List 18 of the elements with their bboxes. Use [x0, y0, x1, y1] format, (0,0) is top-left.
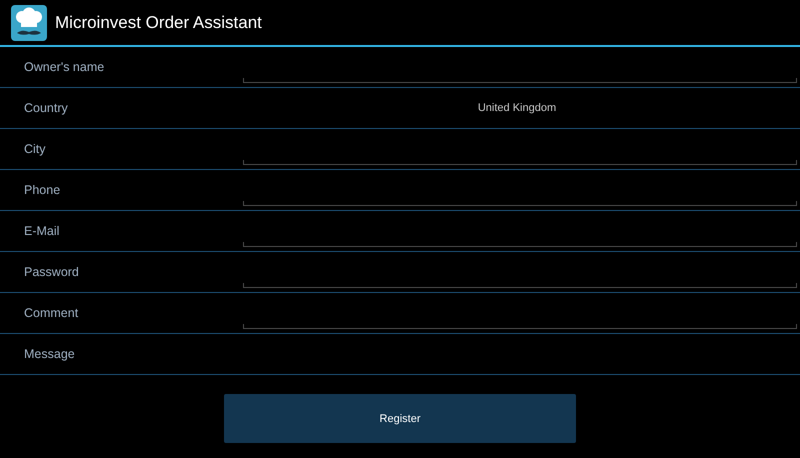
field-label: Country — [23, 101, 69, 115]
input-field[interactable] — [243, 78, 797, 83]
field-label: Owner's name — [23, 60, 106, 74]
register-button[interactable]: Register — [224, 394, 576, 443]
field-label: Password — [23, 265, 80, 279]
input-field[interactable] — [243, 283, 797, 288]
field-label: E-Mail — [23, 224, 60, 238]
input-field[interactable] — [243, 201, 797, 206]
input-field[interactable] — [243, 160, 797, 165]
field-label: Phone — [23, 183, 62, 197]
field-label: City — [23, 142, 47, 156]
input-field[interactable] — [243, 324, 797, 329]
app-icon — [11, 4, 47, 40]
field-label: Comment — [23, 306, 80, 320]
app-title: Microinvest Order Assistant — [55, 12, 262, 32]
field-label: Message — [23, 347, 76, 361]
input-field[interactable] — [243, 242, 797, 247]
country-selector[interactable]: United Kingdom — [478, 102, 556, 114]
